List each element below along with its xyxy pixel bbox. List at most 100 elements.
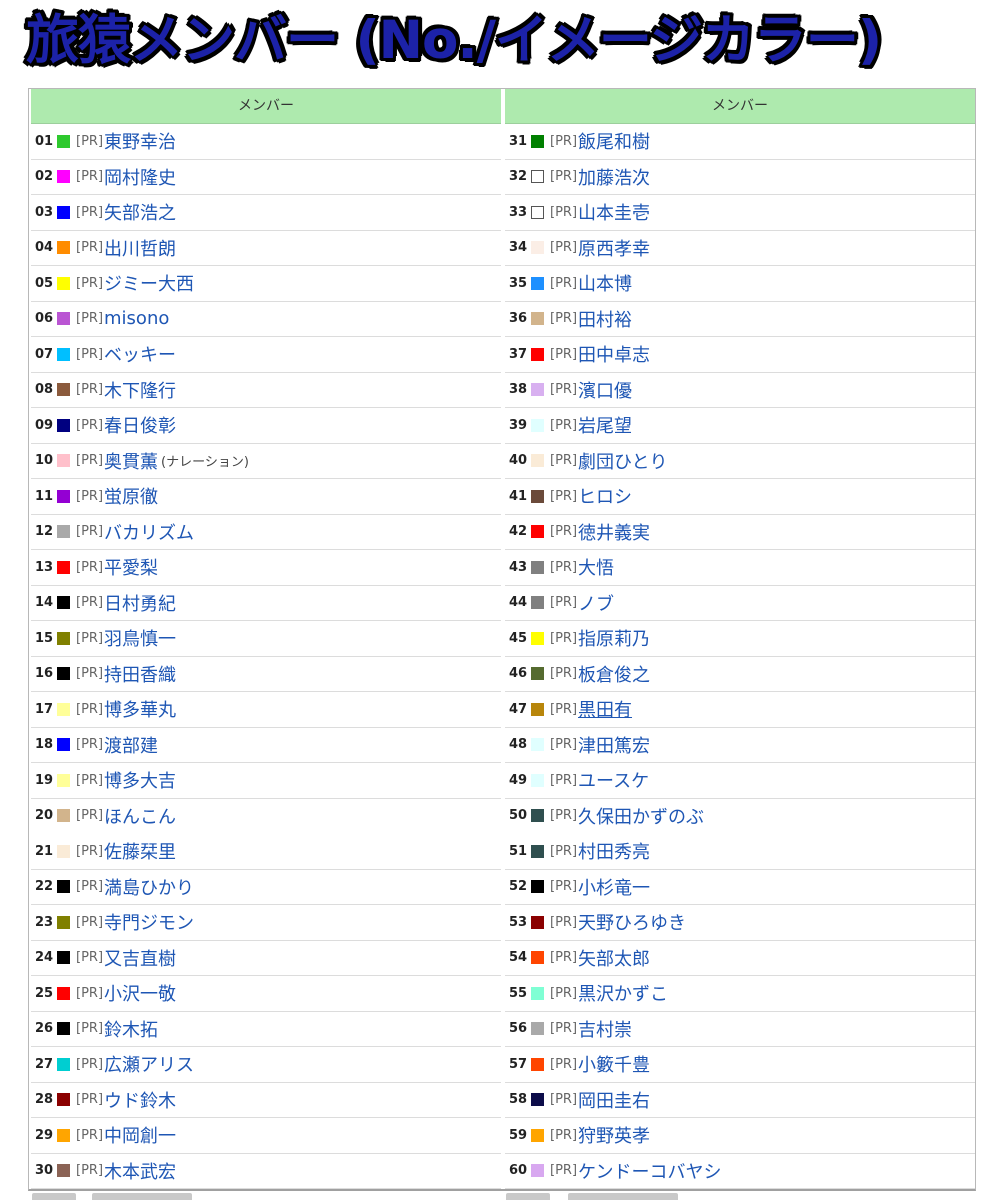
member-name-link[interactable]: 加藤浩次	[578, 164, 650, 190]
pr-link[interactable]: [PR]	[76, 205, 103, 220]
member-name-link[interactable]: 狩野英孝	[578, 1122, 650, 1148]
member-name-link[interactable]: 出川哲朗	[104, 235, 176, 261]
pr-link[interactable]: [PR]	[550, 560, 577, 575]
pr-link[interactable]: [PR]	[550, 240, 577, 255]
member-name-link[interactable]: 春日俊彰	[104, 412, 176, 438]
pr-link[interactable]: [PR]	[550, 844, 577, 859]
member-name-link[interactable]: 木下隆行	[104, 377, 176, 403]
member-name-link[interactable]: 山本博	[578, 270, 632, 296]
member-name-link[interactable]: 飯尾和樹	[578, 128, 650, 154]
member-name-link[interactable]: 矢部浩之	[104, 199, 176, 225]
pr-link[interactable]: [PR]	[550, 915, 577, 930]
member-name-link[interactable]: 小沢一敬	[104, 980, 176, 1006]
member-name-link[interactable]: ユースケ	[578, 767, 649, 793]
pr-link[interactable]: [PR]	[76, 595, 103, 610]
member-name-link[interactable]: 佐藤栞里	[104, 838, 176, 864]
pr-link[interactable]: [PR]	[76, 240, 103, 255]
pr-link[interactable]: [PR]	[550, 1021, 577, 1036]
pr-link[interactable]: [PR]	[550, 134, 577, 149]
member-name-link[interactable]: 渡部建	[104, 732, 158, 758]
member-name-link[interactable]: ほんこん	[104, 803, 176, 829]
pr-link[interactable]: [PR]	[76, 1163, 103, 1178]
member-name-link[interactable]: 田中卓志	[578, 341, 650, 367]
member-name-link[interactable]: 木本武宏	[104, 1158, 176, 1184]
member-name-link[interactable]: 板倉俊之	[578, 661, 650, 687]
pr-link[interactable]: [PR]	[76, 737, 103, 752]
pr-link[interactable]: [PR]	[550, 595, 577, 610]
member-name-link[interactable]: misono	[104, 308, 169, 329]
member-name-link[interactable]: ベッキー	[104, 341, 176, 367]
member-name-link[interactable]: 山本圭壱	[578, 199, 650, 225]
member-name-link[interactable]: 博多華丸	[104, 696, 176, 722]
member-name-link[interactable]: 羽鳥慎一	[104, 625, 176, 651]
member-name-link[interactable]: 中岡創一	[104, 1122, 176, 1148]
pr-link[interactable]: [PR]	[76, 311, 103, 326]
pr-link[interactable]: [PR]	[550, 169, 577, 184]
pr-link[interactable]: [PR]	[550, 311, 577, 326]
pr-link[interactable]: [PR]	[76, 169, 103, 184]
member-name-link[interactable]: 又吉直樹	[104, 945, 176, 971]
member-name-link[interactable]: 鈴木拓	[104, 1016, 158, 1042]
pr-link[interactable]: [PR]	[550, 702, 577, 717]
pr-link[interactable]: [PR]	[76, 844, 103, 859]
pr-link[interactable]: [PR]	[550, 950, 577, 965]
member-name-link[interactable]: 村田秀亮	[578, 838, 650, 864]
member-name-link[interactable]: ノブ	[578, 590, 614, 616]
pr-link[interactable]: [PR]	[76, 453, 103, 468]
member-name-link[interactable]: 小籔千豊	[578, 1051, 650, 1077]
member-name-link[interactable]: 岡田圭右	[578, 1087, 650, 1113]
pr-link[interactable]: [PR]	[550, 1092, 577, 1107]
pr-link[interactable]: [PR]	[76, 666, 103, 681]
member-name-link[interactable]: 平愛梨	[104, 554, 158, 580]
pr-link[interactable]: [PR]	[550, 1163, 577, 1178]
member-name-link[interactable]: 大悟	[578, 554, 614, 580]
pr-link[interactable]: [PR]	[550, 276, 577, 291]
pr-link[interactable]: [PR]	[76, 773, 103, 788]
pr-link[interactable]: [PR]	[76, 1021, 103, 1036]
pr-link[interactable]: [PR]	[550, 347, 577, 362]
member-name-link[interactable]: 天野ひろゆき	[578, 909, 686, 935]
member-name-link[interactable]: 奥貫薫	[104, 448, 158, 474]
member-name-link[interactable]: 蛍原徹	[104, 483, 158, 509]
pr-link[interactable]: [PR]	[550, 1128, 577, 1143]
pr-link[interactable]: [PR]	[76, 631, 103, 646]
pr-link[interactable]: [PR]	[76, 1128, 103, 1143]
pr-link[interactable]: [PR]	[76, 418, 103, 433]
member-name-link[interactable]: ヒロシ	[578, 483, 632, 509]
member-name-link[interactable]: 劇団ひとり	[578, 448, 667, 474]
pr-link[interactable]: [PR]	[550, 418, 577, 433]
pr-link[interactable]: [PR]	[550, 1057, 577, 1072]
member-name-link[interactable]: ケンドーコバヤシ	[578, 1158, 721, 1184]
pr-link[interactable]: [PR]	[550, 524, 577, 539]
member-name-link[interactable]: 濱口優	[578, 377, 632, 403]
member-name-link[interactable]: 津田篤宏	[578, 732, 650, 758]
pr-link[interactable]: [PR]	[550, 808, 577, 823]
member-name-link[interactable]: 満島ひかり	[104, 874, 194, 900]
pr-link[interactable]: [PR]	[76, 489, 103, 504]
member-name-link[interactable]: 小杉竜一	[578, 874, 650, 900]
pr-link[interactable]: [PR]	[550, 631, 577, 646]
pr-link[interactable]: [PR]	[550, 205, 577, 220]
member-name-link[interactable]: 久保田かずのぶ	[578, 803, 704, 829]
pr-link[interactable]: [PR]	[76, 560, 103, 575]
pr-link[interactable]: [PR]	[550, 879, 577, 894]
member-name-link[interactable]: 原西孝幸	[578, 235, 650, 261]
member-name-link[interactable]: 徳井義実	[578, 519, 650, 545]
pr-link[interactable]: [PR]	[76, 134, 103, 149]
member-name-link[interactable]: 黒田有	[578, 696, 632, 722]
member-name-link[interactable]: 東野幸治	[104, 128, 176, 154]
pr-link[interactable]: [PR]	[76, 808, 103, 823]
member-name-link[interactable]: バカリズム	[104, 519, 194, 545]
pr-link[interactable]: [PR]	[76, 950, 103, 965]
member-name-link[interactable]: 寺門ジモン	[104, 909, 194, 935]
pr-link[interactable]: [PR]	[76, 1092, 103, 1107]
pr-link[interactable]: [PR]	[76, 702, 103, 717]
member-name-link[interactable]: 矢部太郎	[578, 945, 650, 971]
member-name-link[interactable]: 博多大吉	[104, 767, 176, 793]
member-name-link[interactable]: 岩尾望	[578, 412, 632, 438]
pr-link[interactable]: [PR]	[550, 382, 577, 397]
member-name-link[interactable]: 指原莉乃	[578, 625, 650, 651]
pr-link[interactable]: [PR]	[76, 1057, 103, 1072]
pr-link[interactable]: [PR]	[550, 453, 577, 468]
pr-link[interactable]: [PR]	[76, 347, 103, 362]
